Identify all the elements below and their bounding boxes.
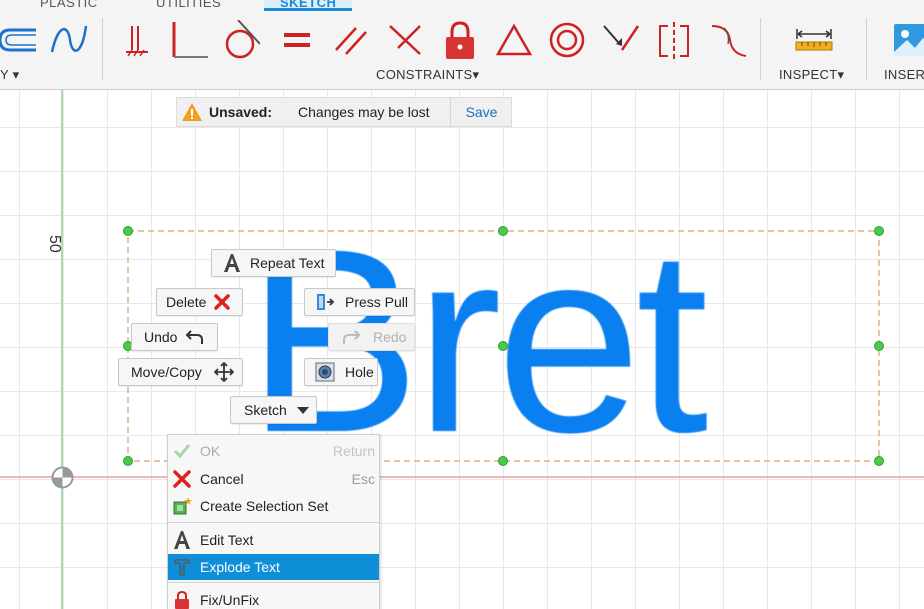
tangent-icon[interactable] <box>220 19 261 60</box>
explode-text-icon <box>174 559 190 576</box>
menu-item-create-selection-set[interactable]: Create Selection Set <box>168 493 379 519</box>
lock-icon <box>175 590 189 609</box>
midpoint-icon[interactable] <box>494 20 534 60</box>
curvature-icon[interactable] <box>708 20 748 60</box>
press-pull-button[interactable]: Press Pull <box>304 288 415 316</box>
context-menu: OK Return Cancel Esc Create Selection Se… <box>167 434 380 609</box>
unsaved-banner: Unsaved: Changes may be lost Save <box>176 97 513 127</box>
delete-x-icon <box>214 294 231 310</box>
selection-set-icon <box>173 497 192 515</box>
chevron-down-icon <box>296 407 309 414</box>
menu-item-cancel[interactable]: Cancel Esc <box>168 466 379 492</box>
repeat-text-button[interactable]: Repeat Text <box>211 249 336 277</box>
hole-icon <box>315 362 335 382</box>
tab-bar: PLASTIC UTILITIES SKETCH <box>0 0 924 14</box>
axis-dimension-label: 50 <box>46 235 63 253</box>
spline-icon[interactable] <box>48 20 88 60</box>
menu-item-fix-unfix[interactable]: Fix/UnFix <box>168 587 379 609</box>
hole-button[interactable]: Hole <box>304 358 378 386</box>
move-arrows-icon <box>213 362 234 382</box>
coincident-icon[interactable] <box>118 20 158 60</box>
perpendicular-icon[interactable] <box>168 20 208 60</box>
text-a-icon <box>174 531 190 549</box>
lock-icon[interactable] <box>440 20 480 60</box>
unsaved-message: Changes may be lost <box>298 104 430 120</box>
symmetry-icon[interactable] <box>654 20 694 60</box>
menu-item-ok[interactable]: OK Return <box>168 438 379 464</box>
warning-icon <box>182 103 202 121</box>
redo-button[interactable]: Redo <box>328 323 415 351</box>
offset-icon[interactable] <box>0 20 36 60</box>
constraints-group-label[interactable]: CONSTRAINTS▾ <box>376 67 479 83</box>
text-a-icon <box>224 254 240 272</box>
ribbon-divider <box>760 18 761 80</box>
equal-icon[interactable] <box>278 20 318 60</box>
collinear-icon[interactable] <box>386 20 426 60</box>
save-link[interactable]: Save <box>466 104 498 120</box>
ribbon-divider <box>866 18 867 80</box>
parallel-icon[interactable] <box>332 20 372 60</box>
redo-arrow-icon <box>343 330 361 344</box>
sketch-dropdown-button[interactable]: Sketch <box>230 396 317 424</box>
undo-button[interactable]: Undo <box>131 323 218 351</box>
tab-utilities[interactable]: UTILITIES <box>156 0 221 10</box>
toolbar-ribbon: PLASTIC UTILITIES SKETCH Y ▾ CONSTRAINTS… <box>0 0 924 90</box>
modify-group-label[interactable]: Y ▾ <box>0 67 20 83</box>
undo-arrow-icon <box>186 330 204 344</box>
origin-marker[interactable] <box>50 465 75 490</box>
ribbon-divider <box>102 18 103 80</box>
move-copy-button[interactable]: Move/Copy <box>118 358 243 386</box>
menu-divider <box>168 582 379 583</box>
cancel-x-icon <box>173 470 191 488</box>
coincident-point-icon[interactable] <box>600 20 640 60</box>
menu-item-edit-text[interactable]: Edit Text <box>168 527 379 553</box>
measure-icon[interactable] <box>794 20 834 60</box>
tab-sketch[interactable]: SKETCH <box>264 0 353 11</box>
banner-divider <box>449 97 451 127</box>
unsaved-title: Unsaved: <box>209 104 273 120</box>
concentric-icon[interactable] <box>547 20 587 60</box>
insert-image-icon[interactable] <box>893 20 924 60</box>
inspect-group-label[interactable]: INSPECT▾ <box>779 67 844 83</box>
menu-divider <box>168 522 379 523</box>
press-pull-icon <box>317 294 335 310</box>
insert-group-label[interactable]: INSER <box>884 67 924 82</box>
menu-item-explode-text[interactable]: Explode Text <box>168 554 379 580</box>
delete-button[interactable]: Delete <box>156 288 243 316</box>
tab-plastic[interactable]: PLASTIC <box>40 0 98 10</box>
checkmark-icon <box>173 444 191 459</box>
